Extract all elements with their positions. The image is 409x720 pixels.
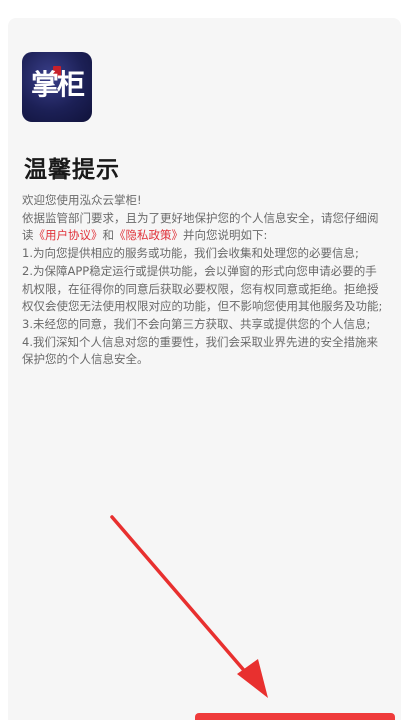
- intro-after-text: 并向您说明如下:: [183, 228, 268, 243]
- and-text: 和: [102, 228, 115, 243]
- privacy-policy-link[interactable]: 《隐私政策》: [114, 228, 183, 242]
- screen: 掌柜 温馨提示 欢迎您使用泓众云掌柜! 依据监管部门要求，且为了更好地保护您的个…: [0, 0, 409, 720]
- logo-text: 掌柜: [30, 68, 85, 101]
- app-logo: 掌柜: [22, 52, 92, 122]
- greeting-text: 欢迎您使用泓众云掌柜!: [22, 193, 142, 207]
- user-agreement-link[interactable]: 《用户协议》: [34, 228, 103, 242]
- agree-button[interactable]: [195, 713, 395, 720]
- dialog-title: 温馨提示: [24, 157, 120, 183]
- list-item: 2.为保障APP稳定运行或提供功能，会以弹窗的形式向您申请必要的手机权限，在征得…: [22, 263, 383, 314]
- dialog-content: 欢迎您使用泓众云掌柜! 依据监管部门要求，且为了更好地保护您的个人信息安全，请您…: [22, 192, 385, 369]
- list-item: 3.未经您的同意，我们不会向第三方获取、共享或提供您的个人信息;: [22, 316, 371, 331]
- intro-paragraph: 依据监管部门要求，且为了更好地保护您的个人信息安全，请您仔细阅读《用户协议》和《…: [22, 210, 385, 245]
- list-item: 1.为向您提供相应的服务或功能，我们会收集和处理您的必要信息;: [22, 246, 359, 261]
- list-item: 4.我们深知个人信息对您的重要性，我们会采取业界先进的安全措施来保护您的个人信息…: [22, 334, 378, 367]
